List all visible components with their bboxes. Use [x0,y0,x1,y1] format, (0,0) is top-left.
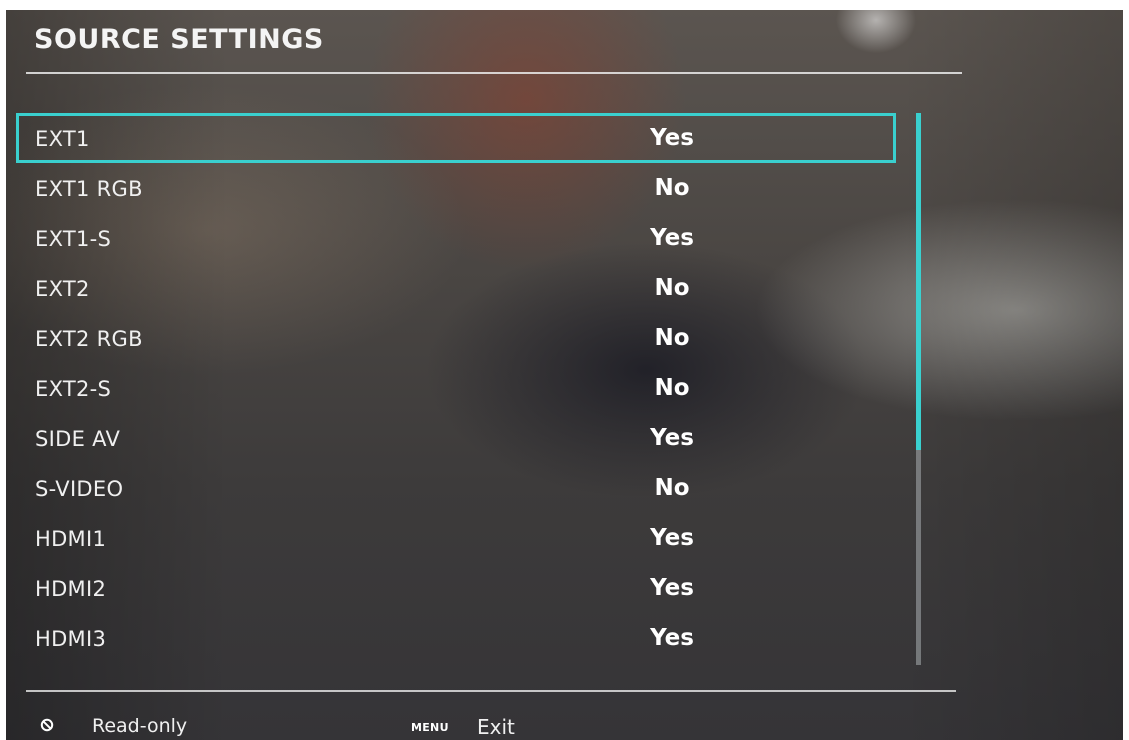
exit-label[interactable]: Exit [477,715,515,739]
source-label: SIDE AV [35,427,121,451]
source-list: EXT1 Yes EXT1 RGB No EXT1-S Yes EXT2 No … [16,113,896,663]
source-value: Yes [650,225,694,251]
source-value: No [654,275,690,301]
source-row-hdmi2[interactable]: HDMI2 Yes [16,563,896,613]
source-row-ext2-s[interactable]: EXT2-S No [16,363,896,413]
source-value: Yes [650,525,694,551]
source-label: EXT1 [35,127,90,151]
source-row-hdmi1[interactable]: HDMI1 Yes [16,513,896,563]
tv-screen: SOURCE SETTINGS EXT1 Yes EXT1 RGB No EXT… [6,10,1123,740]
source-label: EXT1 RGB [35,177,143,201]
source-value: No [654,175,690,201]
source-value: No [654,375,690,401]
source-row-ext1[interactable]: EXT1 Yes [16,113,896,163]
source-value: No [654,325,690,351]
source-label: EXT2 [35,277,90,301]
source-value: Yes [650,125,694,151]
source-label: HDMI2 [35,577,107,601]
source-value: Yes [650,425,694,451]
scrollbar[interactable] [916,113,921,665]
source-row-s-video[interactable]: S-VIDEO No [16,463,896,513]
source-row-ext1-rgb[interactable]: EXT1 RGB No [16,163,896,213]
source-row-side-av[interactable]: SIDE AV Yes [16,413,896,463]
source-label: HDMI3 [35,627,107,651]
read-only-label: Read-only [92,715,188,737]
source-value: Yes [650,625,694,651]
page-title: SOURCE SETTINGS [34,24,324,55]
source-label: EXT2-S [35,377,112,401]
source-label: EXT1-S [35,227,112,251]
source-row-ext2-rgb[interactable]: EXT2 RGB No [16,313,896,363]
source-value: No [654,475,690,501]
read-only-icon [40,718,54,732]
title-divider [26,72,962,74]
source-row-hdmi3[interactable]: HDMI3 Yes [16,613,896,663]
source-value: Yes [650,575,694,601]
source-label: S-VIDEO [35,477,124,501]
footer-divider [26,690,956,692]
menu-key-icon: MENU [411,721,449,734]
source-row-ext2[interactable]: EXT2 No [16,263,896,313]
source-row-ext1-s[interactable]: EXT1-S Yes [16,213,896,263]
source-label: HDMI1 [35,527,107,551]
scrollbar-thumb[interactable] [916,113,921,450]
source-label: EXT2 RGB [35,327,143,351]
footer-hints: Read-only MENU Exit [6,710,1123,740]
